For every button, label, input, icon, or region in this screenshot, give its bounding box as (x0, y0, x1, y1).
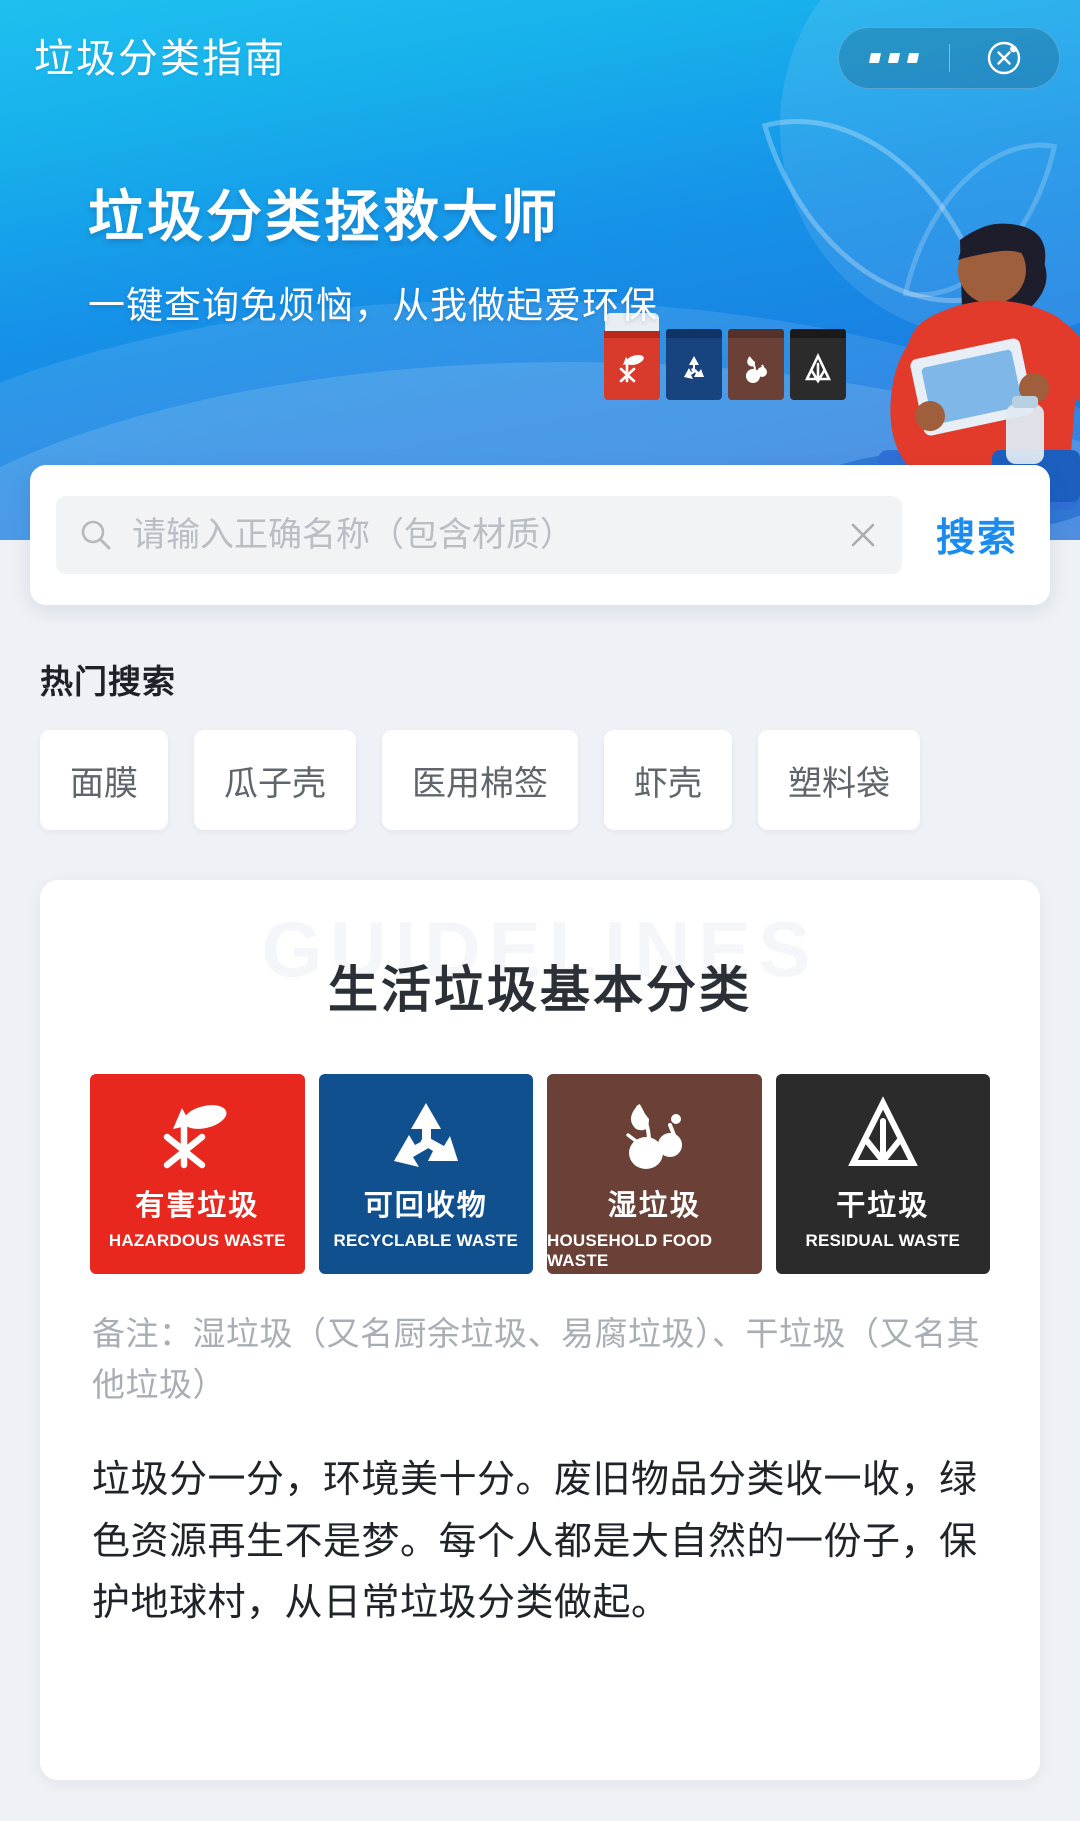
more-dots-icon (868, 53, 919, 63)
close-button[interactable] (950, 28, 1060, 88)
recycle-icon (684, 356, 704, 379)
navigation-bar: 垃圾分类指南 (0, 0, 1080, 110)
hero-title: 垃圾分类拯救大师 (88, 185, 560, 248)
clear-x-icon[interactable] (846, 518, 880, 552)
residual-waste-icon (804, 352, 832, 384)
food-waste-icon (746, 356, 767, 383)
category-label-cn: 湿垃圾 (607, 1190, 701, 1222)
food-waste-icon (614, 1092, 694, 1178)
close-target-icon (988, 41, 1021, 75)
category-label-en: RECYCLABLE WASTE (333, 1231, 519, 1250)
page-title: 垃圾分类指南 (34, 37, 286, 81)
search-input[interactable] (132, 515, 828, 555)
category-label-en: RESIDUAL WASTE (805, 1231, 961, 1250)
hot-search-tags: 面膜 瓜子壳 医用棉签 虾壳 塑料袋 (40, 730, 920, 830)
more-menu-button[interactable] (839, 28, 949, 88)
mini-program-capsule (838, 27, 1060, 89)
category-food[interactable]: 湿垃圾 HOUSEHOLD FOOD WASTE (547, 1074, 762, 1274)
search-button[interactable]: 搜索 (930, 507, 1024, 563)
category-label-cn: 有害垃圾 (135, 1190, 260, 1222)
hot-tag[interactable]: 面膜 (40, 730, 168, 830)
bin-hazardous (604, 313, 660, 400)
bin-recyclable (605, 313, 722, 400)
category-label-cn: 干垃圾 (836, 1190, 930, 1222)
guide-body-text: 垃圾分一分，环境美十分。废旧物品分类收一收，绿色资源再生不是梦。每个人都是大自然… (92, 1459, 978, 1625)
hot-search-heading: 热门搜索 (40, 663, 176, 700)
trash-bins-illustration (604, 313, 846, 400)
hero-banner: 垃圾分类指南 垃圾分类拯救大师 一键查询免烦恼，从我做起爱环保 (0, 0, 1080, 540)
waste-category-list: 有害垃圾 HAZARDOUS WASTE 可回收物 RECYCLABLE WAS… (40, 1022, 1040, 1274)
hot-tag[interactable]: 医用棉签 (382, 730, 578, 830)
hero-copy: 垃圾分类拯救大师 一键查询免烦恼，从我做起爱环保 (0, 172, 1080, 329)
category-label-en: HAZARDOUS WASTE (108, 1231, 286, 1250)
recycle-icon (386, 1092, 466, 1178)
search-icon (81, 520, 111, 550)
search-box[interactable] (56, 496, 902, 574)
category-recyclable[interactable]: 可回收物 RECYCLABLE WASTE (318, 1074, 533, 1274)
search-card: 搜索 (30, 465, 1050, 605)
hot-tag[interactable]: 瓜子壳 (194, 730, 356, 830)
guide-title: 生活垃圾基本分类 (328, 962, 752, 1018)
hazardous-waste-icon (619, 355, 644, 383)
category-residual[interactable]: 干垃圾 RESIDUAL WASTE (775, 1074, 990, 1274)
category-label-en: HOUSEHOLD FOOD WASTE (547, 1231, 713, 1270)
hero-subtitle: 一键查询免烦恼，从我做起爱环保 (88, 285, 658, 326)
guide-note: 备注：湿垃圾（又名厨余垃圾、易腐垃圾）、干垃圾（又名其他垃圾） (92, 1315, 980, 1404)
bin-residual (605, 313, 846, 400)
page-root: 垃圾分类指南 垃圾分类拯救大师 一键查询免烦恼，从我做起爱环保 请输入正确名称（… (0, 0, 1080, 1821)
hazardous-waste-icon (157, 1092, 237, 1178)
residual-waste-icon (843, 1092, 923, 1178)
bin-food (605, 313, 784, 400)
category-hazardous[interactable]: 有害垃圾 HAZARDOUS WASTE (90, 1074, 305, 1274)
hot-tag[interactable]: 虾壳 (604, 730, 732, 830)
hot-tag[interactable]: 塑料袋 (758, 730, 920, 830)
category-label-cn: 可回收物 (363, 1190, 488, 1222)
guide-card: GUIDELINES 生活垃圾基本分类 有害垃圾 HAZARDOUS WASTE (40, 880, 1040, 1780)
